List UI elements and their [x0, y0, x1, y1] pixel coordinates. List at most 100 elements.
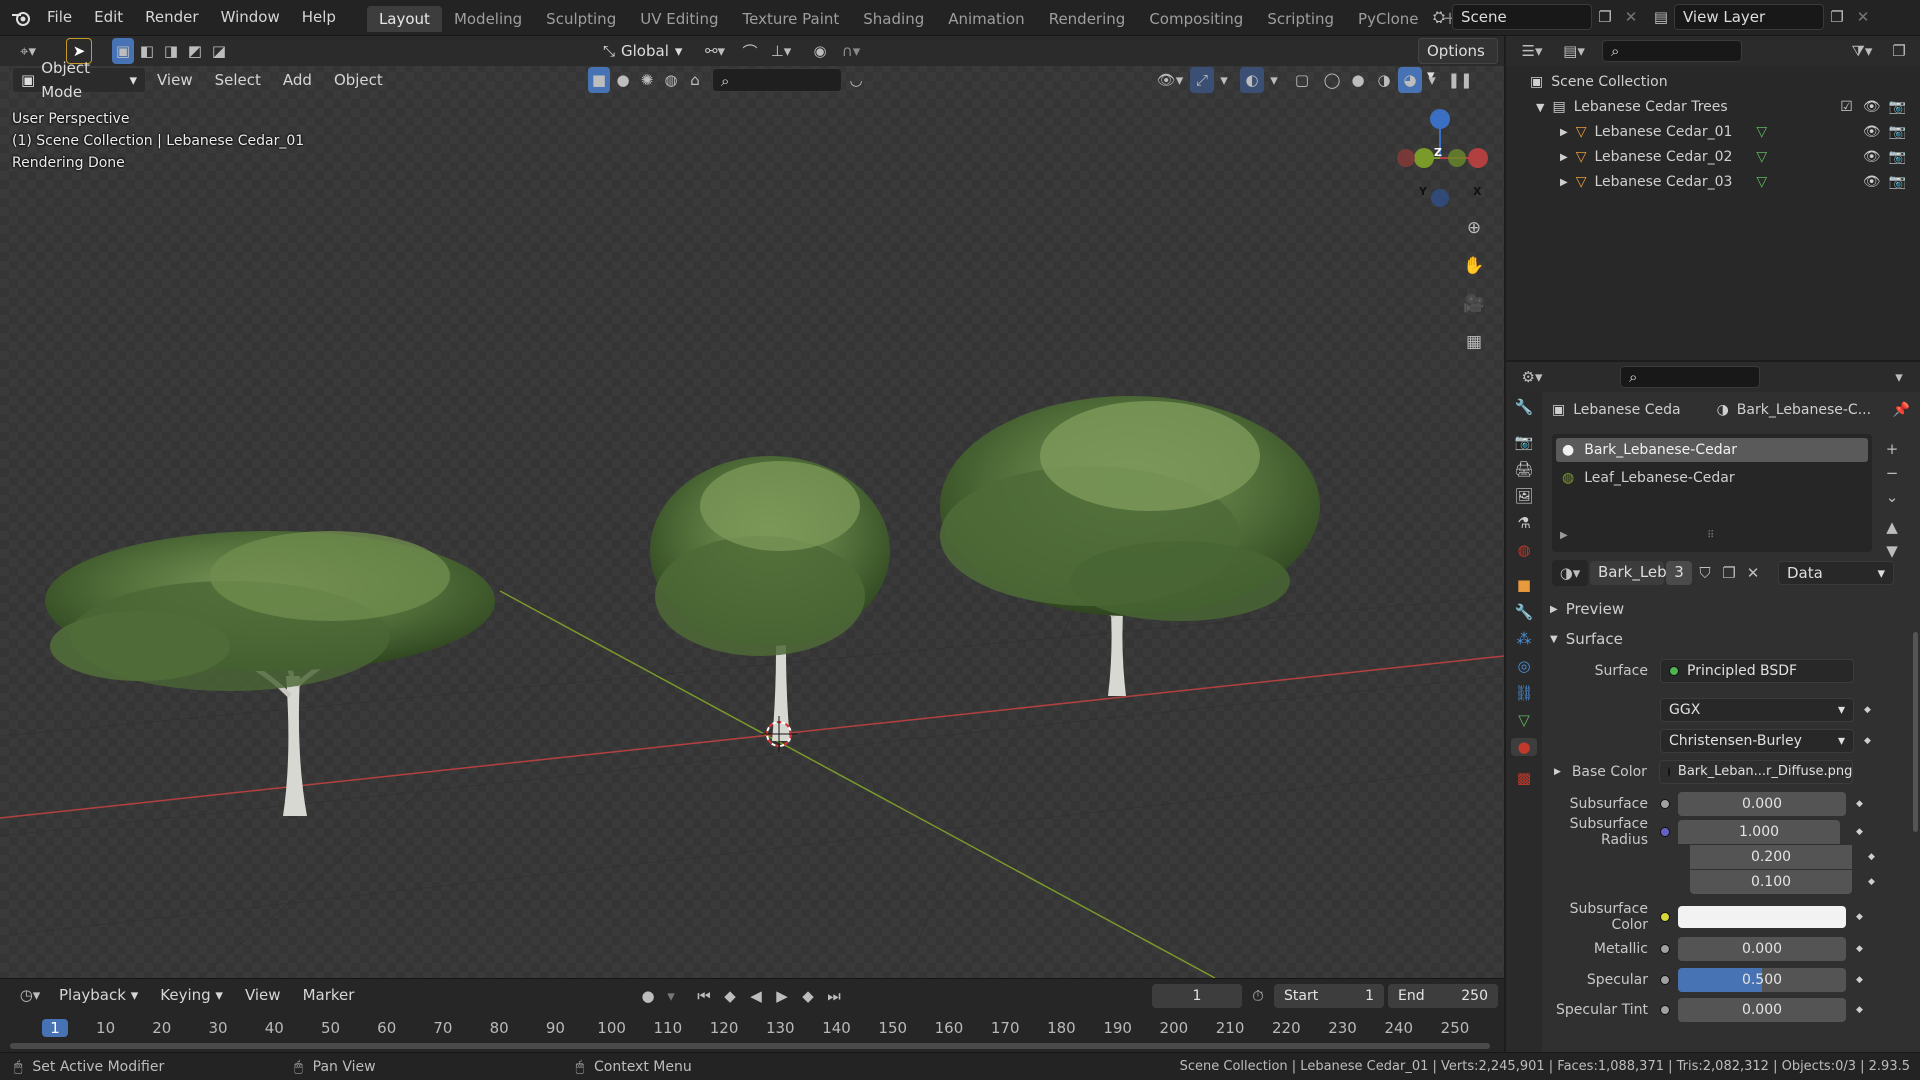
- specular-slider[interactable]: 0.500: [1678, 967, 1846, 992]
- eye-icon[interactable]: 👁: [1863, 170, 1881, 195]
- pause-render-icon[interactable]: ❚❚: [1447, 67, 1472, 93]
- keyframe-dot-icon[interactable]: ◆: [1856, 827, 1863, 837]
- frame-tick[interactable]: 50: [311, 1019, 351, 1037]
- tab-shading[interactable]: Shading: [851, 6, 936, 32]
- base-color-texture-field[interactable]: Bark_Leban...r_Diffuse.png: [1658, 760, 1853, 784]
- scene-icon[interactable]: ⛭: [1426, 4, 1452, 30]
- scene-field[interactable]: Scene: [1452, 4, 1592, 30]
- menu-edit[interactable]: Edit: [83, 0, 134, 36]
- frame-tick[interactable]: 220: [1266, 1019, 1306, 1037]
- chevron-down-icon[interactable]: ▾: [1266, 67, 1282, 93]
- outliner-item-cedar-02[interactable]: ▶ ▽ Lebanese Cedar_02 ▽ 👁 📷: [1530, 145, 1920, 170]
- select-extend-icon[interactable]: ◧: [136, 38, 158, 64]
- remove-slot-icon[interactable]: −: [1880, 462, 1904, 484]
- chevron-down-icon[interactable]: ▾: [1886, 364, 1912, 390]
- view-layer-icon[interactable]: ▤: [1648, 4, 1674, 30]
- new-scene-icon[interactable]: ❐: [1592, 4, 1618, 30]
- expand-down-icon[interactable]: ▼: [1536, 95, 1544, 120]
- frame-tick[interactable]: 10: [86, 1019, 126, 1037]
- chevron-down-icon[interactable]: ▾: [1216, 67, 1232, 93]
- delete-view-layer-icon[interactable]: ✕: [1850, 4, 1876, 30]
- frame-tick[interactable]: 210: [1210, 1019, 1250, 1037]
- display-mode-icon[interactable]: ▤▾: [1556, 38, 1592, 64]
- scene-tab-icon[interactable]: ⚗: [1517, 514, 1530, 532]
- frame-tick[interactable]: 120: [704, 1019, 744, 1037]
- properties-scrollbar[interactable]: [1913, 632, 1918, 832]
- expand-right-icon[interactable]: ▶: [1560, 120, 1568, 145]
- filter-funnel-icon[interactable]: ⧩▾: [1844, 38, 1880, 64]
- frame-tick[interactable]: 20: [142, 1019, 182, 1037]
- subsurface-radius-y[interactable]: 0.200: [1690, 845, 1852, 869]
- snap-toggle-icon[interactable]: ⌒: [737, 38, 763, 64]
- filter-camera-icon[interactable]: ⌂: [684, 67, 706, 93]
- new-view-layer-icon[interactable]: ❐: [1824, 4, 1850, 30]
- keyframe-dot-icon[interactable]: ◆: [1864, 705, 1871, 715]
- keyframe-dot-icon[interactable]: ◆: [1856, 1005, 1863, 1015]
- frame-ruler[interactable]: 1 10 20 30 40 50 60 70 80 90 100 110 120 130 140 150 160…: [0, 979, 1504, 1053]
- expand-right-icon[interactable]: ▶: [1560, 170, 1568, 195]
- keyframe-dot-icon[interactable]: ◆: [1864, 736, 1871, 746]
- material-shading-icon[interactable]: ◑: [1372, 67, 1396, 93]
- mesh-data-icon[interactable]: ▽: [1756, 120, 1767, 145]
- frame-tick[interactable]: 180: [1041, 1019, 1081, 1037]
- outliner-editor-type-icon[interactable]: ☰▾: [1514, 38, 1550, 64]
- frame-tick[interactable]: 160: [929, 1019, 969, 1037]
- keyframe-dot-icon[interactable]: ◆: [1868, 877, 1875, 887]
- overlay-toggle-icon[interactable]: ◐: [1240, 67, 1264, 93]
- viewport-menu-view[interactable]: View: [146, 66, 204, 94]
- delete-scene-icon[interactable]: ✕: [1618, 4, 1644, 30]
- expand-right-icon[interactable]: ▶: [1554, 767, 1561, 777]
- surface-shader-field[interactable]: Principled BSDF: [1660, 659, 1854, 683]
- gizmo-z-label[interactable]: Z: [1434, 146, 1442, 159]
- duplicate-material-icon[interactable]: ❐: [1718, 560, 1740, 586]
- gizmo-x-label[interactable]: X: [1473, 185, 1481, 198]
- subsurface-field[interactable]: 0.000: [1678, 791, 1846, 816]
- gizmo-toggle-icon[interactable]: ⤢: [1190, 67, 1214, 93]
- outliner-item-cedar-03[interactable]: ▶ ▽ Lebanese Cedar_03 ▽ 👁 📷: [1530, 170, 1920, 195]
- object-data-tab-icon[interactable]: ▽: [1518, 711, 1530, 729]
- view-layer-tab-icon[interactable]: 🖼: [1514, 487, 1533, 505]
- object-tab-icon[interactable]: ■: [1517, 576, 1531, 594]
- material-tab-icon[interactable]: ●: [1511, 738, 1537, 756]
- keyframe-dot-icon[interactable]: ◆: [1868, 852, 1875, 862]
- frame-tick[interactable]: 200: [1154, 1019, 1194, 1037]
- eye-icon[interactable]: 👁: [1863, 95, 1881, 120]
- camera-render-icon[interactable]: 📷: [1889, 120, 1906, 145]
- frame-tick[interactable]: 240: [1379, 1019, 1419, 1037]
- eye-icon[interactable]: 👁: [1863, 145, 1881, 170]
- tab-modeling[interactable]: Modeling: [442, 6, 534, 32]
- material-slot-leaf[interactable]: ◍ Leaf_Lebanese-Cedar: [1556, 466, 1868, 490]
- frame-tick[interactable]: 170: [985, 1019, 1025, 1037]
- camera-render-icon[interactable]: 📷: [1889, 170, 1906, 195]
- viewport-menu-add[interactable]: Add: [272, 66, 323, 94]
- select-invert-icon[interactable]: ◩: [184, 38, 206, 64]
- camera-render-icon[interactable]: 📷: [1889, 95, 1906, 120]
- menu-render[interactable]: Render: [134, 0, 209, 36]
- frame-tick[interactable]: 150: [873, 1019, 913, 1037]
- distribution-dropdown[interactable]: GGX ▾: [1660, 698, 1854, 722]
- unlink-material-icon[interactable]: ✕: [1742, 560, 1764, 586]
- keyframe-dot-icon[interactable]: ◆: [1856, 975, 1863, 985]
- filter-world-icon[interactable]: ◍: [660, 67, 682, 93]
- frame-tick[interactable]: 250: [1435, 1019, 1475, 1037]
- filter-material-icon[interactable]: ●: [612, 67, 634, 93]
- menu-window[interactable]: Window: [210, 0, 291, 36]
- zoom-icon[interactable]: ⊕: [1460, 214, 1488, 242]
- visibility-filter-icon[interactable]: 👁▾: [1152, 67, 1188, 93]
- tool-tab-icon[interactable]: 🔧: [1515, 398, 1534, 416]
- preview-panel-header[interactable]: ▶ Preview: [1550, 596, 1910, 622]
- tab-compositing[interactable]: Compositing: [1137, 6, 1255, 32]
- solid-shading-icon[interactable]: ●: [1346, 67, 1370, 93]
- pan-hand-icon[interactable]: ✋: [1460, 252, 1488, 280]
- gizmo-y-label[interactable]: Y: [1419, 185, 1427, 198]
- material-slot-bark[interactable]: ● Bark_Lebanese-Cedar: [1556, 438, 1868, 462]
- expand-right-icon[interactable]: ▶: [1560, 145, 1568, 170]
- falloff-icon[interactable]: ∩▾: [833, 38, 869, 64]
- scene-collection-row[interactable]: ▣ Scene Collection: [1530, 70, 1920, 95]
- texture-tab-icon[interactable]: ▩: [1517, 769, 1531, 787]
- frame-tick[interactable]: 110: [648, 1019, 688, 1037]
- user-count[interactable]: 3: [1666, 561, 1692, 585]
- snap-target-icon[interactable]: ⊥▾: [763, 38, 799, 64]
- blender-logo-icon[interactable]: [6, 5, 36, 31]
- filter-chevron-icon[interactable]: ◡: [844, 67, 868, 93]
